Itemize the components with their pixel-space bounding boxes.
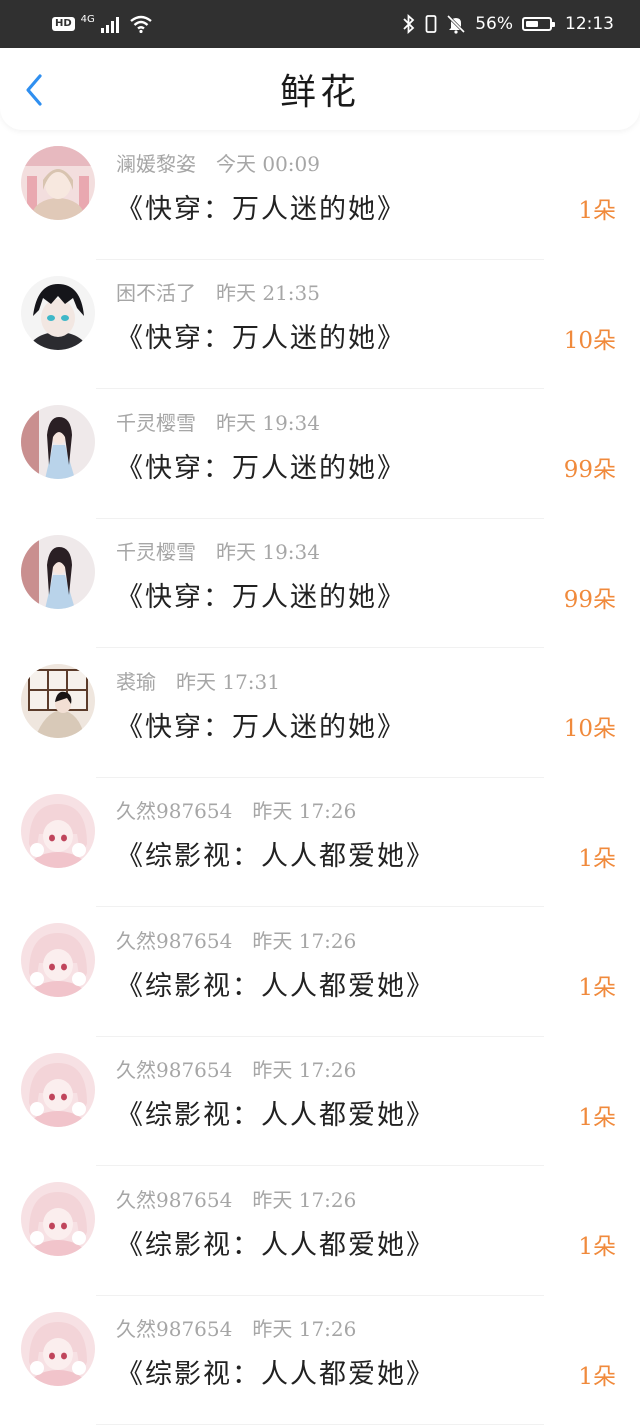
flower-count: 10朵 bbox=[564, 706, 616, 746]
flower-count: 99朵 bbox=[564, 447, 616, 487]
item-meta: 千灵樱雪昨天 19:34 bbox=[116, 407, 320, 435]
timestamp: 昨天 19:34 bbox=[216, 536, 320, 565]
timestamp: 今天 00:09 bbox=[216, 148, 320, 177]
book-title[interactable]: 《快穿：万人迷的她》 bbox=[116, 445, 406, 485]
timestamp: 昨天 17:26 bbox=[252, 1184, 356, 1213]
avatar[interactable] bbox=[21, 535, 95, 609]
book-title[interactable]: 《快穿：万人迷的她》 bbox=[116, 316, 406, 356]
avatar[interactable] bbox=[21, 405, 95, 479]
item-meta: 久然987654 昨天 17:26 bbox=[116, 1314, 356, 1342]
flower-count: 1朵 bbox=[578, 836, 616, 876]
flower-count: 10朵 bbox=[564, 318, 616, 358]
list-item[interactable]: 裘瑜昨天 17:31 《快穿：万人迷的她》 10朵 bbox=[0, 648, 640, 778]
list-item[interactable]: 困不活了昨天 21:35 《快穿：万人迷的她》 10朵 bbox=[0, 260, 640, 390]
flower-list: 澜媛黎姿今天 00:09《快穿：万人迷的她》1朵困不活了昨天 21:35《快穿：… bbox=[0, 130, 640, 1425]
avatar[interactable] bbox=[21, 1053, 95, 1127]
status-bar: HD 4G 56% bbox=[0, 0, 640, 48]
list-item[interactable]: 久然987654 昨天 17:26 《综影视：人人都爱她》 1朵 bbox=[0, 778, 640, 908]
item-meta: 困不活了昨天 21:35 bbox=[116, 278, 320, 306]
mute-bell-icon bbox=[446, 14, 466, 34]
list-item[interactable]: 千灵樱雪昨天 19:34 《快穿：万人迷的她》 99朵 bbox=[0, 519, 640, 649]
item-meta: 久然987654 昨天 17:26 bbox=[116, 796, 356, 824]
timestamp: 昨天 19:34 bbox=[216, 407, 320, 436]
item-meta: 久然987654 昨天 17:26 bbox=[116, 1184, 356, 1212]
flower-count: 1朵 bbox=[578, 1095, 616, 1135]
battery-fill bbox=[526, 21, 538, 27]
username[interactable]: 千灵樱雪 bbox=[116, 407, 196, 436]
timestamp: 昨天 17:31 bbox=[176, 666, 280, 695]
flower-count: 1朵 bbox=[578, 965, 616, 1005]
list-item[interactable]: 久然987654 昨天 17:26 《综影视：人人都爱她》 1朵 bbox=[0, 1296, 640, 1425]
book-title[interactable]: 《快穿：万人迷的她》 bbox=[116, 704, 406, 744]
username[interactable]: 久然987654 bbox=[116, 925, 232, 954]
item-meta: 千灵樱雪昨天 19:34 bbox=[116, 537, 320, 565]
avatar[interactable] bbox=[21, 923, 95, 997]
flower-count: 1朵 bbox=[578, 1354, 616, 1394]
book-title[interactable]: 《综影视：人人都爱她》 bbox=[116, 1352, 435, 1392]
page-header: 鲜花 bbox=[0, 48, 640, 130]
avatar[interactable] bbox=[21, 1182, 95, 1256]
list-item[interactable]: 千灵樱雪昨天 19:34 《快穿：万人迷的她》 99朵 bbox=[0, 389, 640, 519]
clock: 12:13 bbox=[565, 14, 614, 34]
item-meta: 澜媛黎姿今天 00:09 bbox=[116, 148, 320, 176]
battery-icon bbox=[522, 17, 552, 31]
list-item[interactable]: 久然987654 昨天 17:26 《综影视：人人都爱她》 1朵 bbox=[0, 1037, 640, 1167]
book-title[interactable]: 《快穿：万人迷的她》 bbox=[116, 186, 406, 226]
avatar[interactable] bbox=[21, 664, 95, 738]
book-title[interactable]: 《快穿：万人迷的她》 bbox=[116, 575, 406, 615]
list-item[interactable]: 久然987654 昨天 17:26 《综影视：人人都爱她》 1朵 bbox=[0, 907, 640, 1037]
avatar[interactable] bbox=[21, 794, 95, 868]
item-meta: 裘瑜昨天 17:31 bbox=[116, 666, 280, 694]
hd-badge: HD bbox=[52, 17, 75, 31]
list-item[interactable]: 久然987654 昨天 17:26 《综影视：人人都爱她》 1朵 bbox=[0, 1166, 640, 1296]
book-title[interactable]: 《综影视：人人都爱她》 bbox=[116, 1222, 435, 1262]
battery-percent: 56% bbox=[475, 14, 513, 34]
timestamp: 昨天 17:26 bbox=[252, 925, 356, 954]
avatar[interactable] bbox=[21, 146, 95, 220]
timestamp: 昨天 17:26 bbox=[252, 1054, 356, 1083]
flower-count: 99朵 bbox=[564, 577, 616, 617]
avatar[interactable] bbox=[21, 1312, 95, 1386]
username[interactable]: 裘瑜 bbox=[116, 666, 156, 695]
timestamp: 昨天 17:26 bbox=[252, 795, 356, 824]
flower-count: 1朵 bbox=[578, 1224, 616, 1264]
username[interactable]: 久然987654 bbox=[116, 1054, 232, 1083]
item-meta: 久然987654 昨天 17:26 bbox=[116, 1055, 356, 1083]
item-meta: 久然987654 昨天 17:26 bbox=[116, 925, 356, 953]
timestamp: 昨天 17:26 bbox=[252, 1313, 356, 1342]
status-right: 56% 12:13 bbox=[402, 12, 614, 36]
list-item[interactable]: 澜媛黎姿今天 00:09 《快穿：万人迷的她》 1朵 bbox=[0, 130, 640, 260]
username[interactable]: 久然987654 bbox=[116, 1184, 232, 1213]
signal-icon bbox=[101, 15, 123, 33]
book-title[interactable]: 《综影视：人人都爱她》 bbox=[116, 963, 435, 1003]
flower-count: 1朵 bbox=[578, 188, 616, 228]
wifi-icon bbox=[129, 15, 153, 33]
avatar[interactable] bbox=[21, 276, 95, 350]
username[interactable]: 困不活了 bbox=[116, 277, 196, 306]
bluetooth-icon bbox=[402, 14, 416, 34]
username[interactable]: 千灵樱雪 bbox=[116, 536, 196, 565]
vibrate-icon bbox=[425, 14, 437, 34]
book-title[interactable]: 《综影视：人人都爱她》 bbox=[116, 834, 435, 874]
status-left: HD 4G bbox=[52, 13, 153, 35]
username[interactable]: 久然987654 bbox=[116, 1313, 232, 1342]
network-type: 4G bbox=[81, 14, 95, 25]
timestamp: 昨天 21:35 bbox=[216, 277, 320, 306]
page-title: 鲜花 bbox=[0, 48, 640, 130]
username[interactable]: 久然987654 bbox=[116, 795, 232, 824]
username[interactable]: 澜媛黎姿 bbox=[116, 148, 196, 177]
book-title[interactable]: 《综影视：人人都爱她》 bbox=[116, 1093, 435, 1133]
